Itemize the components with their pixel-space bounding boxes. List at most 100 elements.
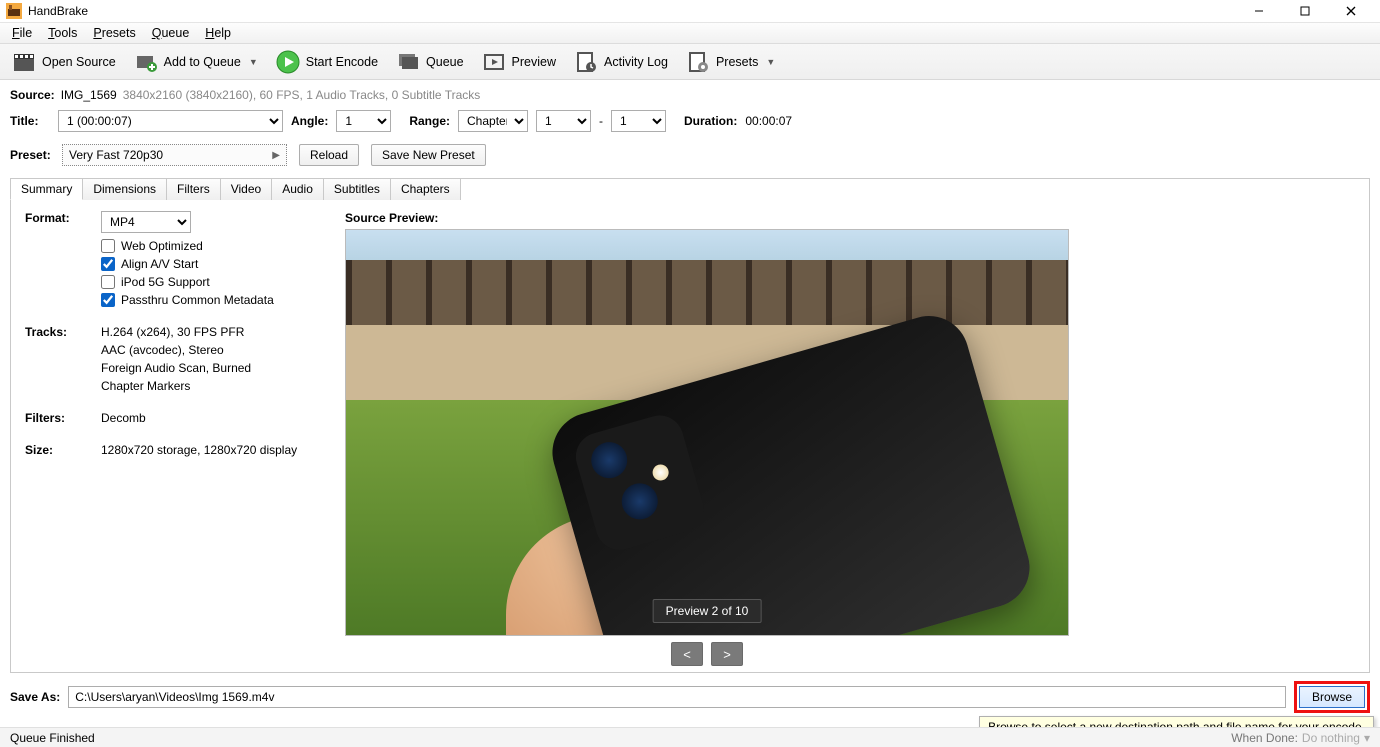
tab-summary[interactable]: Summary	[10, 178, 83, 200]
maximize-button[interactable]	[1282, 0, 1328, 22]
source-meta: 3840x2160 (3840x2160), 60 FPS, 1 Audio T…	[123, 88, 481, 102]
format-select[interactable]: MP4	[101, 211, 191, 233]
align-av-label: Align A/V Start	[121, 257, 198, 271]
browse-button[interactable]: Browse	[1299, 686, 1365, 708]
activity-log-button[interactable]: Activity Log	[566, 46, 676, 78]
menu-tools[interactable]: Tools	[40, 24, 85, 42]
add-to-queue-button[interactable]: Add to Queue ▼	[126, 46, 266, 78]
open-source-label: Open Source	[42, 55, 116, 69]
title-label: Title:	[10, 114, 50, 128]
range-to-select[interactable]: 1	[611, 110, 666, 132]
activity-log-label: Activity Log	[604, 55, 668, 69]
preview-label: Source Preview:	[345, 211, 1069, 225]
source-info: Source: IMG_1569 3840x2160 (3840x2160), …	[0, 80, 1380, 104]
angle-select[interactable]: 1	[336, 110, 391, 132]
filters-label: Filters:	[25, 411, 85, 429]
status-right-label: When Done:	[1231, 731, 1298, 745]
save-as-row: Save As: Browse	[0, 673, 1380, 713]
tab-dimensions[interactable]: Dimensions	[82, 178, 167, 200]
passthru-checkbox[interactable]	[101, 293, 115, 307]
menu-file[interactable]: File	[4, 24, 40, 42]
presets-icon	[686, 50, 710, 74]
chevron-down-icon: ▾	[1364, 731, 1370, 745]
filters-value: Decomb	[101, 411, 146, 425]
preview-label: Preview	[512, 55, 556, 69]
close-button[interactable]	[1328, 0, 1374, 22]
web-optimized-checkbox[interactable]	[101, 239, 115, 253]
queue-button[interactable]: Queue	[388, 46, 472, 78]
preview-counter: Preview 2 of 10	[653, 599, 762, 623]
log-icon	[574, 50, 598, 74]
tracks-label: Tracks:	[25, 325, 85, 397]
summary-left-column: Format: MP4 Web Optimized Align A/V Star…	[25, 211, 325, 666]
chevron-down-icon: ▼	[766, 57, 775, 67]
toolbar: Open Source Add to Queue ▼ Start Encode …	[0, 44, 1380, 80]
preview-next-button[interactable]: >	[711, 642, 743, 666]
app-icon	[6, 3, 22, 19]
duration-label: Duration:	[684, 114, 737, 128]
tab-chapters[interactable]: Chapters	[390, 178, 461, 200]
presets-label: Presets	[716, 55, 758, 69]
status-right-value: Do nothing	[1302, 731, 1360, 745]
tracks-line: H.264 (x264), 30 FPS PFR	[101, 325, 251, 339]
title-select[interactable]: 1 (00:00:07)	[58, 110, 283, 132]
tab-row: Summary Dimensions Filters Video Audio S…	[10, 178, 1368, 200]
preview-icon	[482, 50, 506, 74]
source-label: Source:	[10, 88, 55, 102]
queue-icon	[396, 50, 420, 74]
status-bar: Queue Finished When Done: Do nothing ▾	[0, 727, 1380, 747]
status-left: Queue Finished	[10, 731, 95, 745]
start-encode-button[interactable]: Start Encode	[268, 46, 386, 78]
chevron-right-icon: ▶	[272, 150, 280, 161]
ipod-checkbox[interactable]	[101, 275, 115, 289]
start-encode-label: Start Encode	[306, 55, 378, 69]
presets-button[interactable]: Presets ▼	[678, 46, 783, 78]
preview-image: Preview 2 of 10	[345, 229, 1069, 636]
range-from-select[interactable]: 1	[536, 110, 591, 132]
reload-button[interactable]: Reload	[299, 144, 359, 166]
menu-queue[interactable]: Queue	[144, 24, 198, 42]
add-to-queue-label: Add to Queue	[164, 55, 241, 69]
source-preview: Source Preview: Preview 2 of 10 < >	[345, 211, 1069, 666]
tab-video[interactable]: Video	[220, 178, 272, 200]
range-label: Range:	[409, 114, 450, 128]
tracks-line: AAC (avcodec), Stereo	[101, 343, 251, 357]
menu-presets[interactable]: Presets	[85, 24, 143, 42]
tab-subtitles[interactable]: Subtitles	[323, 178, 391, 200]
preset-select[interactable]: Very Fast 720p30 ▶	[62, 144, 287, 166]
menubar: File Tools Presets Queue Help	[0, 22, 1380, 44]
align-av-checkbox[interactable]	[101, 257, 115, 271]
tab-filters[interactable]: Filters	[166, 178, 221, 200]
save-new-preset-button[interactable]: Save New Preset	[371, 144, 486, 166]
duration-value: 00:00:07	[745, 114, 792, 128]
range-dash: -	[599, 114, 603, 128]
angle-label: Angle:	[291, 114, 328, 128]
minimize-button[interactable]	[1236, 0, 1282, 22]
clapper-icon	[12, 50, 36, 74]
add-queue-icon	[134, 50, 158, 74]
preset-value: Very Fast 720p30	[69, 148, 163, 162]
range-type-select[interactable]: Chapters	[458, 110, 528, 132]
tracks-line: Chapter Markers	[101, 379, 251, 393]
menu-file-label: ile	[20, 26, 33, 40]
tab-audio[interactable]: Audio	[271, 178, 324, 200]
source-name: IMG_1569	[61, 88, 117, 102]
save-as-input[interactable]	[68, 686, 1286, 708]
preset-label: Preset:	[10, 148, 50, 162]
size-value: 1280x720 storage, 1280x720 display	[101, 443, 297, 457]
app-title: HandBrake	[28, 4, 88, 18]
tracks-line: Foreign Audio Scan, Burned	[101, 361, 251, 375]
size-label: Size:	[25, 443, 85, 461]
menu-help[interactable]: Help	[197, 24, 239, 42]
preview-prev-button[interactable]: <	[671, 642, 703, 666]
titlebar: HandBrake	[0, 0, 1380, 22]
chevron-down-icon: ▼	[249, 57, 258, 67]
preview-button[interactable]: Preview	[474, 46, 564, 78]
web-optimized-label: Web Optimized	[121, 239, 203, 253]
preset-row: Preset: Very Fast 720p30 ▶ Reload Save N…	[0, 138, 1380, 172]
play-icon	[276, 50, 300, 74]
tab-body: Format: MP4 Web Optimized Align A/V Star…	[11, 201, 1369, 676]
open-source-button[interactable]: Open Source	[4, 46, 124, 78]
queue-label: Queue	[426, 55, 464, 69]
save-as-label: Save As:	[10, 690, 60, 704]
